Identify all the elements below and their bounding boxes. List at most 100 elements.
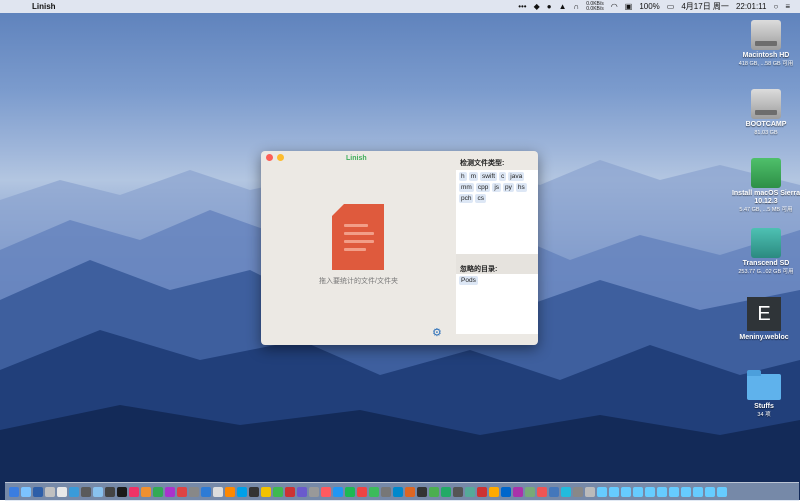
dock-app-icon[interactable] [405, 487, 415, 497]
dock-app-icon[interactable] [657, 487, 667, 497]
token-hs[interactable]: hs [515, 183, 527, 192]
token-c[interactable]: c [499, 172, 507, 181]
token-pch[interactable]: pch [459, 194, 474, 203]
dock-app-icon[interactable] [501, 487, 511, 497]
menubar-time[interactable]: 22:01:11 [736, 2, 767, 11]
gear-icon[interactable]: ⚙ [432, 326, 442, 339]
qq-icon[interactable]: ◆ [534, 2, 540, 11]
token-m[interactable]: m [468, 172, 479, 181]
dock-app-icon[interactable] [645, 487, 655, 497]
dock-app-icon[interactable] [357, 487, 367, 497]
minimize-button[interactable] [277, 154, 284, 161]
dock-app-icon[interactable] [333, 487, 343, 497]
token-Pods[interactable]: Pods [459, 276, 478, 285]
dock-app-icon[interactable] [105, 487, 115, 497]
desktop-icon-install-macos[interactable]: Install macOS Sierra 10.12.3 5.47 GB, ..… [726, 158, 800, 214]
dock-app-icon[interactable] [477, 487, 487, 497]
dock-app-icon[interactable] [513, 487, 523, 497]
dock-app-icon[interactable] [465, 487, 475, 497]
dock-app-icon[interactable] [681, 487, 691, 497]
close-button[interactable] [266, 154, 273, 161]
dock-app-icon[interactable] [237, 487, 247, 497]
dock-app-icon[interactable] [417, 487, 427, 497]
headphones-icon[interactable]: ∩ [574, 2, 580, 11]
file-types-token-field[interactable]: h m swift c java mm cpp js py hs pch cs [456, 170, 538, 205]
token-java[interactable]: java [508, 172, 525, 181]
dock-app-icon[interactable] [717, 487, 727, 497]
app-menu-name[interactable]: Linish [32, 2, 56, 11]
dock-app-icon[interactable] [669, 487, 679, 497]
menubar-date[interactable]: 4月17日 周一 [681, 1, 729, 12]
dock-app-icon[interactable] [297, 487, 307, 497]
dock-app-icon[interactable] [273, 487, 283, 497]
dock-app-icon[interactable] [621, 487, 631, 497]
battery-icon[interactable]: ▭ [667, 2, 675, 11]
dock-app-icon[interactable] [489, 487, 499, 497]
dock-app-icon[interactable] [45, 487, 55, 497]
ignored-dirs-token-field[interactable]: Pods [456, 274, 538, 287]
dock-app-icon[interactable] [585, 487, 595, 497]
desktop-icon-bootcamp[interactable]: BOOTCAMP 81.03 GB [726, 89, 800, 137]
dock-app-icon[interactable] [81, 487, 91, 497]
token-cs[interactable]: cs [475, 194, 486, 203]
dock-app-icon[interactable] [201, 487, 211, 497]
dock-app-icon[interactable] [453, 487, 463, 497]
dock-app-icon[interactable] [321, 487, 331, 497]
dock-app-icon[interactable] [69, 487, 79, 497]
dock-app-icon[interactable] [33, 487, 43, 497]
dock-app-icon[interactable] [117, 487, 127, 497]
dock-app-icon[interactable] [441, 487, 451, 497]
dock-app-icon[interactable] [225, 487, 235, 497]
dock-app-icon[interactable] [345, 487, 355, 497]
dock-app-icon[interactable] [573, 487, 583, 497]
dock-app-icon[interactable] [93, 487, 103, 497]
input-source-icon[interactable]: ▣ [625, 2, 633, 11]
battery-percent[interactable]: 100% [639, 2, 659, 11]
dock-app-icon[interactable] [393, 487, 403, 497]
search-icon[interactable]: ○ [773, 2, 778, 11]
dock-app-icon[interactable] [261, 487, 271, 497]
dock-app-icon[interactable] [549, 487, 559, 497]
desktop-icon-stuffs[interactable]: Stuffs 34 项 [724, 370, 800, 419]
dots-icon[interactable]: ••• [518, 2, 526, 11]
dock-app-icon[interactable] [249, 487, 259, 497]
dock-app-icon[interactable] [693, 487, 703, 497]
desktop-icon-transcend-sd[interactable]: Transcend SD 253.77 G...02 GB 可用 [726, 228, 800, 276]
token-js[interactable]: js [492, 183, 502, 192]
dock-app-icon[interactable] [537, 487, 547, 497]
dock-app-icon[interactable] [177, 487, 187, 497]
shield-icon[interactable]: ● [547, 2, 552, 11]
dock-app-icon[interactable] [597, 487, 607, 497]
dock-app-icon[interactable] [309, 487, 319, 497]
dock-app-icon[interactable] [57, 487, 67, 497]
dock-app-icon[interactable] [633, 487, 643, 497]
dock-app-icon[interactable] [705, 487, 715, 497]
dock-app-icon[interactable] [285, 487, 295, 497]
dock-app-icon[interactable] [369, 487, 379, 497]
desktop-icon-macintosh-hd[interactable]: Macintosh HD 418 GB, ...58 GB 可用 [726, 20, 800, 68]
dock-app-icon[interactable] [561, 487, 571, 497]
drop-zone[interactable]: 拖入要统计的文件/文件夹 [261, 165, 456, 345]
dock-app-icon[interactable] [429, 487, 439, 497]
token-cpp[interactable]: cpp [475, 183, 491, 192]
wifi-icon[interactable]: ◠ [611, 2, 618, 11]
cloud-icon[interactable]: ▲ [559, 2, 567, 11]
token-swift[interactable]: swift [480, 172, 498, 181]
dock-app-icon[interactable] [189, 487, 199, 497]
dock-app-icon[interactable] [525, 487, 535, 497]
dock-app-icon[interactable] [21, 487, 31, 497]
desktop-icon-meniny[interactable]: E Meniny.webloc [724, 297, 800, 342]
token-mm[interactable]: mm [459, 183, 474, 192]
dock-app-icon[interactable] [9, 487, 19, 497]
dock-app-icon[interactable] [213, 487, 223, 497]
dock-app-icon[interactable] [609, 487, 619, 497]
network-speed[interactable]: 0.0KB/s 0.0KB/s [586, 1, 604, 12]
dock-app-icon[interactable] [129, 487, 139, 497]
dock-app-icon[interactable] [153, 487, 163, 497]
token-h[interactable]: h [459, 172, 467, 181]
notification-center-icon[interactable]: ≡ [785, 2, 790, 11]
token-py[interactable]: py [503, 183, 514, 192]
dock-app-icon[interactable] [141, 487, 151, 497]
dock-app-icon[interactable] [381, 487, 391, 497]
dock-app-icon[interactable] [165, 487, 175, 497]
